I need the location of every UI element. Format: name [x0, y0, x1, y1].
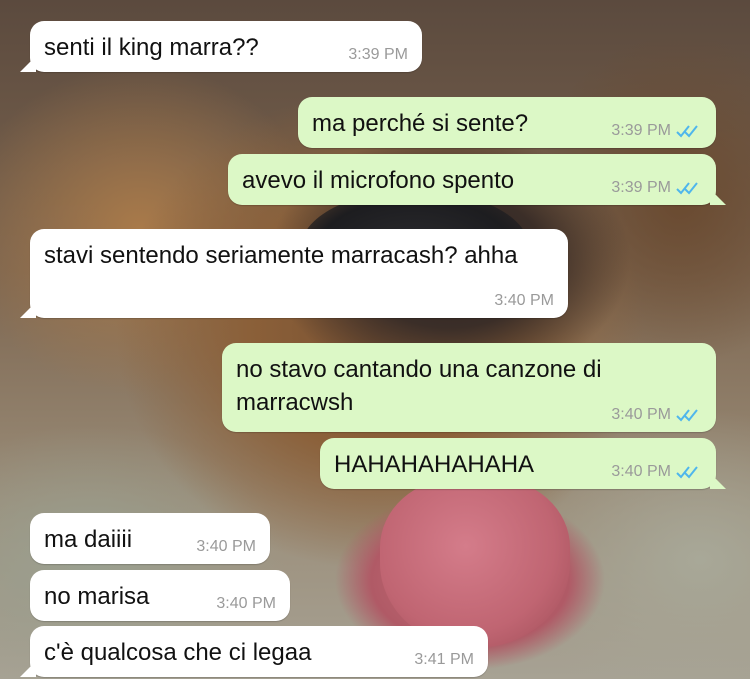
message-bubble-outgoing[interactable]: avevo il microfono spento 3:39 PM [228, 154, 726, 205]
message-time: 3:39 PM [611, 122, 671, 139]
message-text: ma perché si sente? [312, 110, 529, 137]
message-text: ma daiiii [44, 526, 133, 553]
message-meta: 3:41 PM [414, 651, 474, 669]
message-meta: 3:39 PM [348, 46, 408, 64]
message-meta: 3:40 PM [216, 595, 276, 613]
message-meta: 3:40 PM [494, 292, 554, 310]
double-check-icon [676, 409, 698, 422]
message-meta: 3:39 PM [611, 179, 702, 197]
message-time: 3:40 PM [611, 463, 671, 480]
message-text: stavi sentendo seriamente marracash? ahh… [44, 242, 518, 269]
message-bubble-incoming[interactable]: stavi sentendo seriamente marracash? ahh… [20, 229, 568, 318]
message-text: no stavo cantando una canzone di marracw… [236, 356, 602, 416]
double-check-icon [676, 125, 698, 138]
double-check-icon [676, 466, 698, 479]
message-time: 3:40 PM [611, 406, 671, 423]
message-meta: 3:40 PM [196, 538, 256, 556]
double-check-icon [676, 182, 698, 195]
message-time: 3:41 PM [414, 651, 474, 668]
message-meta: 3:40 PM [611, 406, 702, 424]
message-bubble-incoming[interactable]: c'è qualcosa che ci legaa 3:41 PM [20, 626, 488, 677]
message-time: 3:39 PM [611, 179, 671, 196]
message-bubble-incoming[interactable]: ma daiiii 3:40 PM [30, 513, 270, 564]
message-time: 3:39 PM [348, 46, 408, 63]
message-text: c'è qualcosa che ci legaa [44, 639, 312, 666]
message-bubble-incoming[interactable]: senti il king marra?? 3:39 PM [20, 21, 422, 72]
message-time: 3:40 PM [216, 595, 276, 612]
message-text: HAHAHAHAHAHA [334, 451, 535, 478]
message-text: no marisa [44, 583, 150, 610]
message-meta: 3:39 PM [611, 122, 702, 140]
message-text: avevo il microfono spento [242, 167, 515, 194]
message-bubble-outgoing[interactable]: ma perché si sente? 3:39 PM [298, 97, 716, 148]
message-time: 3:40 PM [196, 538, 256, 555]
message-text: senti il king marra?? [44, 34, 259, 61]
message-meta: 3:40 PM [611, 463, 702, 481]
message-time: 3:40 PM [494, 292, 554, 309]
message-bubble-outgoing[interactable]: no stavo cantando una canzone di marracw… [222, 343, 716, 432]
wallpaper-dog-tongue [380, 478, 570, 648]
message-bubble-incoming[interactable]: no marisa 3:40 PM [30, 570, 290, 621]
message-bubble-outgoing[interactable]: HAHAHAHAHAHA 3:40 PM [320, 438, 726, 489]
